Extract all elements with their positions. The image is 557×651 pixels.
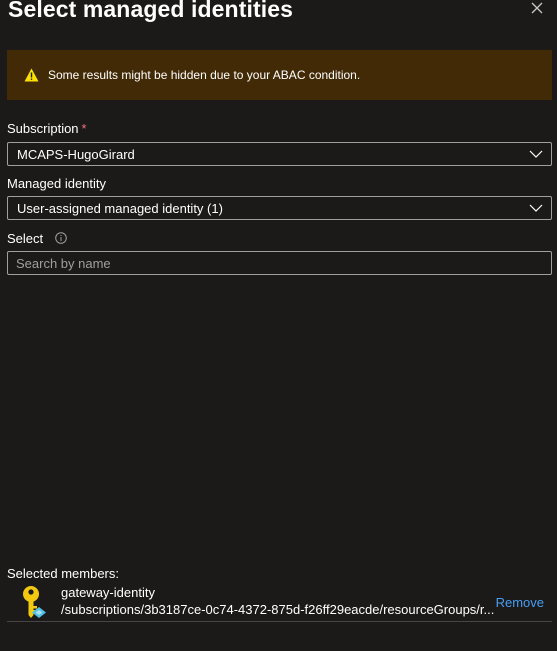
warning-icon: [24, 68, 39, 82]
select-label: Select: [7, 231, 67, 246]
managed-identity-label: Managed identity: [7, 176, 107, 191]
info-icon[interactable]: [54, 232, 67, 244]
abac-warning-banner: Some results might be hidden due to your…: [7, 50, 552, 100]
select-label-text: Select: [7, 231, 44, 246]
chevron-down-icon: [529, 150, 543, 158]
managed-identity-dropdown[interactable]: User-assigned managed identity (1): [7, 196, 552, 220]
selected-members-label: Selected members:: [7, 566, 119, 581]
member-resource-path: /subscriptions/3b3187ce-0c74-4372-875d-f…: [61, 602, 495, 617]
subscription-label: Subscription *: [7, 121, 87, 136]
warning-text: Some results might be hidden due to your…: [48, 68, 361, 82]
managed-identity-key-icon: [23, 586, 46, 618]
subscription-dropdown[interactable]: MCAPS-HugoGirard: [7, 142, 552, 166]
panel-title: Select managed identities: [8, 0, 293, 22]
subscription-label-text: Subscription: [7, 121, 79, 136]
chevron-down-icon: [529, 204, 543, 212]
close-icon[interactable]: [529, 0, 545, 16]
managed-identity-value: User-assigned managed identity (1): [17, 200, 223, 216]
member-name: gateway-identity: [61, 585, 155, 600]
search-input[interactable]: [7, 251, 552, 275]
remove-member-link[interactable]: Remove: [496, 595, 544, 610]
subscription-value: MCAPS-HugoGirard: [17, 146, 135, 162]
required-marker: *: [81, 121, 87, 136]
selected-member-row: gateway-identity /subscriptions/3b3187ce…: [7, 582, 552, 622]
